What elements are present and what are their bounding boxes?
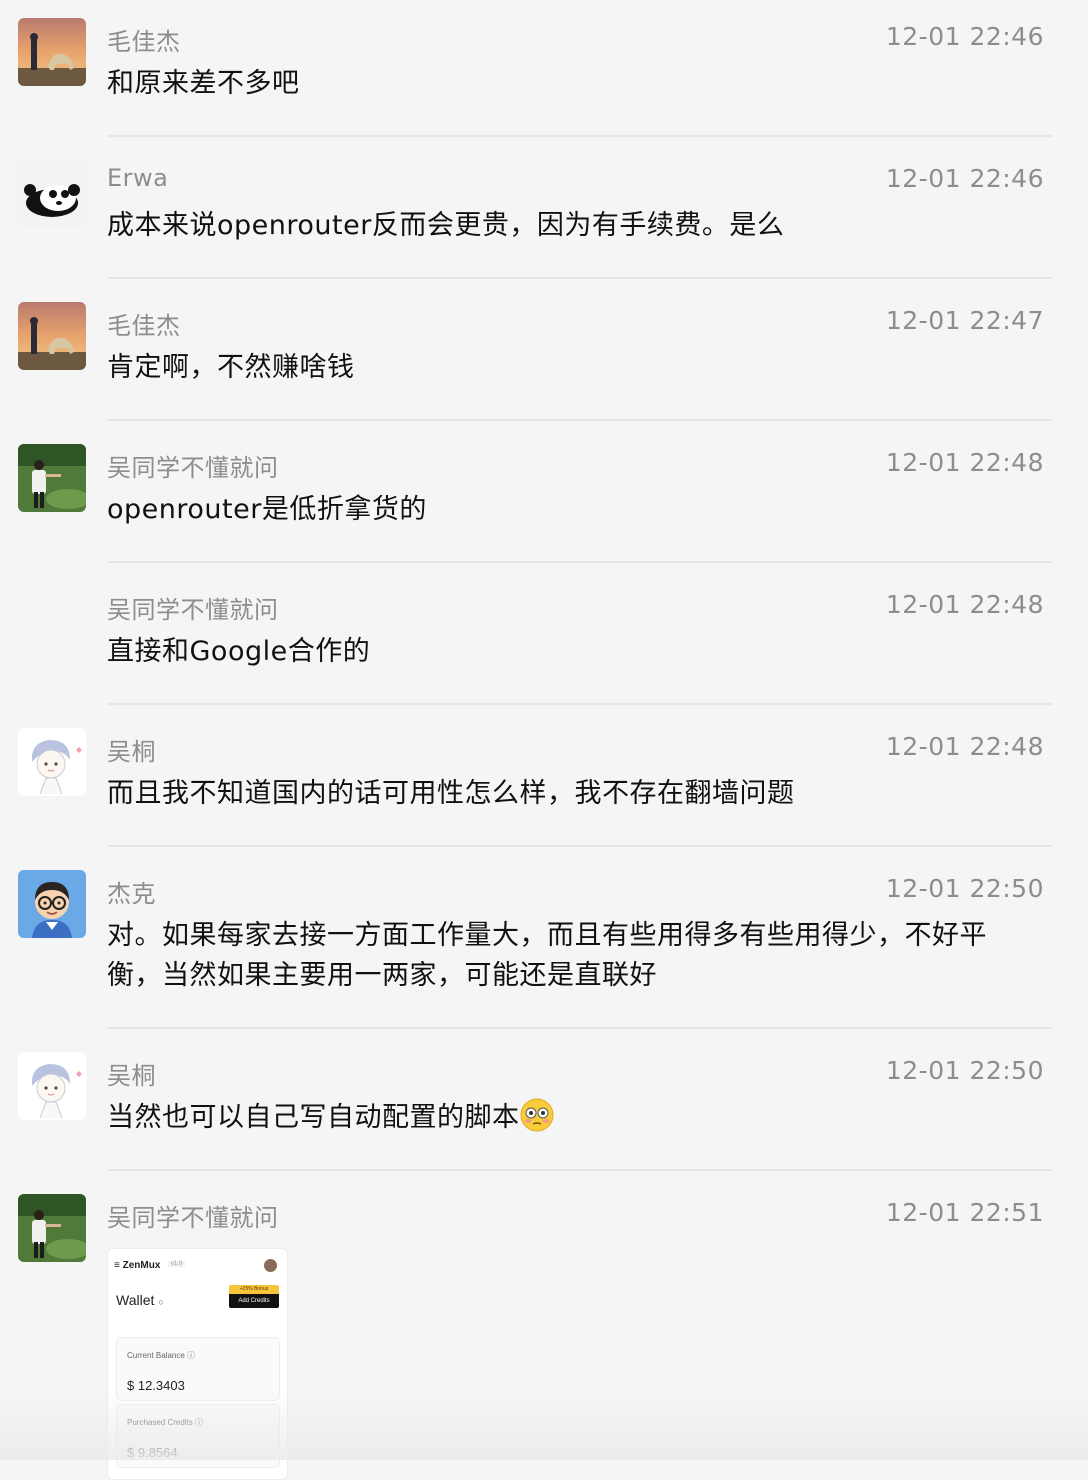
- message-time: 12-01 22:50: [885, 1056, 1044, 1085]
- person-grass-avatar-icon: [18, 444, 86, 512]
- wallet-title: Wallet ○: [116, 1292, 164, 1308]
- refresh-icon: ○: [158, 1297, 164, 1307]
- avatar[interactable]: [18, 302, 86, 370]
- sender-name[interactable]: Erwa: [107, 164, 168, 192]
- purchased-credits-label: Purchased Credits ⓘ: [127, 1418, 204, 1427]
- message-time: 12-01 22:46: [885, 164, 1044, 193]
- avatar[interactable]: [18, 444, 86, 512]
- avatar[interactable]: [18, 1052, 86, 1120]
- divider: [107, 703, 1052, 705]
- message-item: 毛佳杰 12-01 22:47 肯定啊，不然赚啥钱: [0, 284, 1088, 421]
- flushed-face-emoji-icon: [520, 1098, 554, 1144]
- sender-name[interactable]: 吴桐: [107, 1056, 156, 1091]
- current-balance-card: Current Balance ⓘ $ 12.3403: [116, 1337, 280, 1401]
- purchased-credits-card: Purchased Credits ⓘ $ 9.8564: [116, 1404, 280, 1468]
- sender-name[interactable]: 吴同学不懂就问: [107, 1198, 279, 1233]
- zenmux-app-name: ≡ ZenMux: [114, 1260, 161, 1271]
- avatar[interactable]: [18, 160, 86, 228]
- sender-name[interactable]: 杰克: [107, 874, 156, 909]
- message-text: 直接和Google合作的: [107, 636, 371, 667]
- message-item: Erwa 12-01 22:46 成本来说openrouter反而会更贵，因为有…: [0, 142, 1088, 279]
- current-balance-label: Current Balance ⓘ: [127, 1351, 196, 1360]
- divider: [107, 1169, 1052, 1171]
- message-time: 12-01 22:47: [885, 306, 1044, 335]
- message-text: 成本来说openrouter反而会更贵，因为有手续费。是么: [107, 210, 785, 241]
- sunset-dog-avatar-icon: [18, 302, 86, 370]
- message-text: 当然也可以自己写自动配置的脚本: [107, 1098, 1018, 1144]
- divider: [107, 135, 1052, 137]
- sender-name[interactable]: 毛佳杰: [107, 22, 181, 57]
- avatar[interactable]: [18, 728, 86, 796]
- avatar[interactable]: [18, 1194, 86, 1262]
- divider: [107, 419, 1052, 421]
- cartoon-boy-avatar-icon: [18, 1052, 86, 1120]
- current-balance-value: $ 12.3403: [127, 1378, 185, 1393]
- zenmux-version-badge: v1.0: [168, 1261, 186, 1267]
- message-time: 12-01 22:48: [885, 590, 1044, 619]
- user-avatar-icon: [264, 1259, 277, 1272]
- message-time: 12-01 22:51: [885, 1198, 1044, 1227]
- sender-name[interactable]: 毛佳杰: [107, 306, 181, 341]
- panda-avatar-icon: [18, 160, 86, 228]
- add-credits-button: Add Credits: [229, 1294, 279, 1308]
- message-time: 12-01 22:48: [885, 448, 1044, 477]
- message-item: 吴桐 12-01 22:50 当然也可以自己写自动配置的脚本: [0, 1034, 1088, 1171]
- sender-name[interactable]: 吴桐: [107, 732, 156, 767]
- message-time: 12-01 22:48: [885, 732, 1044, 761]
- cartoon-glasses-avatar-icon: [18, 870, 86, 938]
- message-text-content: 当然也可以自己写自动配置的脚本: [107, 1102, 520, 1133]
- message-item: 杰克 12-01 22:50 对。如果每家去接一方面工作量大，而且有些用得多有些…: [0, 852, 1088, 1029]
- sender-name[interactable]: 吴同学不懂就问: [107, 590, 279, 625]
- sender-name[interactable]: 吴同学不懂就问: [107, 448, 279, 483]
- message-item: 吴同学不懂就问 12-01 22:48 openrouter是低折拿货的: [0, 426, 1088, 563]
- message-text: 而且我不知道国内的话可用性怎么样，我不存在翻墙问题: [107, 778, 795, 809]
- divider: [107, 845, 1052, 847]
- message-item: 毛佳杰 12-01 22:46 和原来差不多吧: [0, 0, 1088, 137]
- divider: [107, 1027, 1052, 1029]
- message-item: 吴桐 12-01 22:48 而且我不知道国内的话可用性怎么样，我不存在翻墙问题: [0, 710, 1088, 847]
- avatar[interactable]: [18, 18, 86, 86]
- message-item: 吴同学不懂就问 12-01 22:48 直接和Google合作的: [0, 568, 1088, 705]
- cartoon-boy-avatar-icon: [18, 728, 86, 796]
- purchased-credits-value: $ 9.8564: [127, 1445, 178, 1460]
- message-time: 12-01 22:46: [885, 22, 1044, 51]
- message-text: 对。如果每家去接一方面工作量大，而且有些用得多有些用得少，不好平衡，当然如果主要…: [107, 920, 987, 991]
- image-attachment[interactable]: ≡ ZenMux v1.0 Wallet ○ +25% Bonus Add Cr…: [107, 1248, 288, 1480]
- message-text: 和原来差不多吧: [107, 68, 300, 99]
- message-text: 肯定啊，不然赚啥钱: [107, 352, 355, 383]
- divider: [107, 561, 1052, 563]
- bonus-badge: +25% Bonus: [229, 1285, 279, 1294]
- avatar[interactable]: [18, 870, 86, 938]
- wallet-title-text: Wallet: [116, 1292, 155, 1308]
- message-text: openrouter是低折拿货的: [107, 494, 427, 525]
- person-grass-avatar-icon: [18, 1194, 86, 1262]
- sunset-dog-avatar-icon: [18, 18, 86, 86]
- message-time: 12-01 22:50: [885, 874, 1044, 903]
- divider: [107, 277, 1052, 279]
